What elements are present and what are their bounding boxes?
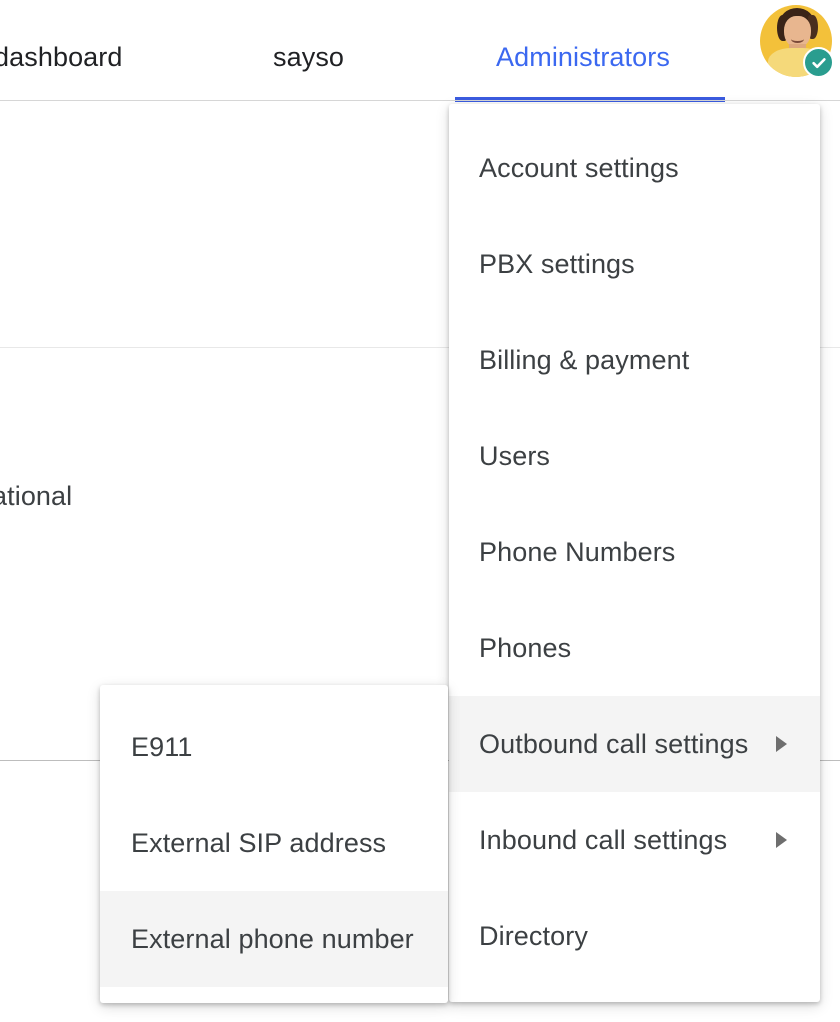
menu-item-label: PBX settings xyxy=(479,248,635,279)
menu-item-label: Phones xyxy=(479,632,572,663)
nav-bottom-rule xyxy=(0,100,840,101)
menu-item-label: Outbound call settings xyxy=(479,728,749,759)
verified-check-icon xyxy=(803,47,834,78)
avatar-smile xyxy=(791,35,804,43)
submenu-item-label: External SIP address xyxy=(131,827,387,858)
top-navigation-bar: dashboard sayso Administrators xyxy=(0,0,840,102)
menu-item-account-settings[interactable]: Account settings xyxy=(449,120,820,216)
nav-tab-sayso[interactable]: sayso xyxy=(273,42,344,73)
menu-item-label: Users xyxy=(479,440,551,471)
submenu-item-external-phone-number[interactable]: External phone number xyxy=(100,891,448,987)
background-partial-text: ational xyxy=(0,481,73,511)
menu-item-outbound-call-settings[interactable]: Outbound call settings xyxy=(449,696,820,792)
menu-top-padding xyxy=(449,104,820,120)
submenu-item-external-sip-address[interactable]: External SIP address xyxy=(100,795,448,891)
avatar[interactable] xyxy=(760,5,834,78)
submenu-item-label: E911 xyxy=(131,731,193,762)
submenu-top-padding xyxy=(100,685,448,699)
menu-item-phone-numbers[interactable]: Phone Numbers xyxy=(449,504,820,600)
menu-item-label: Billing & payment xyxy=(479,344,690,375)
menu-item-billing-payment[interactable]: Billing & payment xyxy=(449,312,820,408)
menu-item-label: Directory xyxy=(479,920,588,951)
menu-item-pbx-settings[interactable]: PBX settings xyxy=(449,216,820,312)
menu-item-inbound-call-settings[interactable]: Inbound call settings xyxy=(449,792,820,888)
chevron-right-icon xyxy=(776,736,820,752)
outbound-call-settings-submenu: E911 External SIP address External phone… xyxy=(100,685,448,1003)
submenu-item-e911[interactable]: E911 xyxy=(100,699,448,795)
nav-tab-dashboard[interactable]: dashboard xyxy=(0,42,123,73)
menu-item-phones[interactable]: Phones xyxy=(449,600,820,696)
chevron-right-icon xyxy=(776,832,820,848)
menu-item-label: Account settings xyxy=(479,152,679,183)
submenu-item-label: External phone number xyxy=(131,923,414,954)
menu-item-label: Inbound call settings xyxy=(479,824,728,855)
menu-item-users[interactable]: Users xyxy=(449,408,820,504)
administrators-dropdown-menu: Account settings PBX settings Billing & … xyxy=(449,104,820,1002)
nav-tab-administrators[interactable]: Administrators xyxy=(496,42,670,73)
menu-item-directory[interactable]: Directory xyxy=(449,888,820,984)
menu-item-label: Phone Numbers xyxy=(479,536,676,567)
